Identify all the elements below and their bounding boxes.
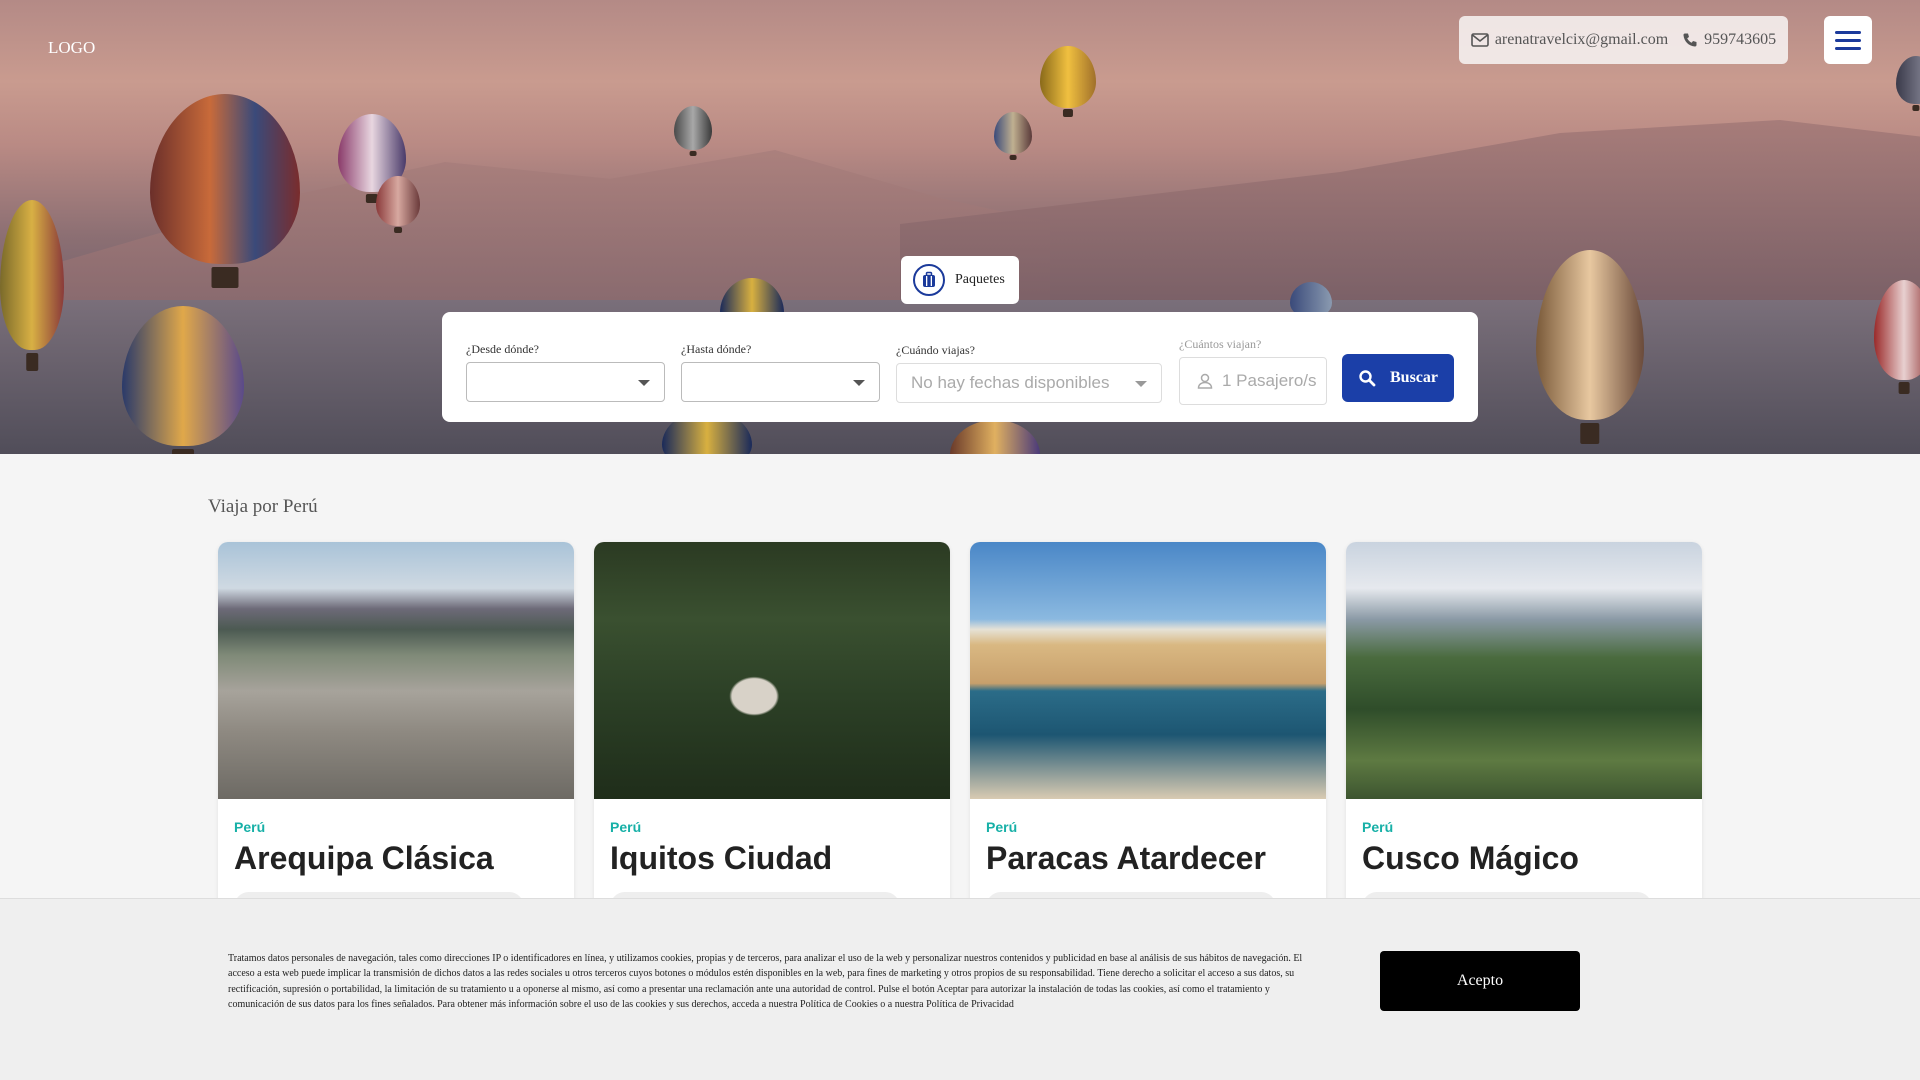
hero-banner: LOGO arenatravelcix@gmail.com 959743605 … [0, 0, 1920, 454]
email-link[interactable]: arenatravelcix@gmail.com [1471, 31, 1668, 49]
search-icon [1359, 370, 1376, 387]
destination-card[interactable]: Perú Paracas Atardecer [970, 542, 1326, 942]
mail-icon [1471, 33, 1489, 47]
hot-air-balloon [1040, 46, 1096, 108]
passengers-label: ¿Cuántos viajan? [1179, 337, 1262, 351]
hot-air-balloon [376, 176, 420, 226]
email-text: arenatravelcix@gmail.com [1494, 31, 1669, 48]
hamburger-icon [1835, 38, 1861, 42]
destination-image [1346, 542, 1702, 799]
logo-alt-text: LOGO [48, 38, 96, 57]
passengers-value: 1 Pasajero/s [1222, 371, 1317, 390]
card-country: Perú [986, 819, 1018, 835]
passengers-field: ¿Cuántos viajan? 1 Pasajero/s [1179, 337, 1327, 405]
accept-cookies-button[interactable]: Acepto [1380, 951, 1580, 1011]
destination-image [594, 542, 950, 799]
destination-card[interactable]: Perú Iquitos Ciudad [594, 542, 950, 942]
tab-paquetes[interactable]: Paquetes [901, 256, 1019, 304]
site-logo[interactable]: LOGO [48, 38, 95, 58]
destination-card[interactable]: Perú Arequipa Clásica [218, 542, 574, 942]
caret-down-icon [638, 380, 650, 386]
when-label: ¿Cuándo viajas? [896, 343, 975, 357]
hot-air-balloon [1896, 56, 1920, 104]
search-button[interactable]: Buscar [1342, 354, 1454, 402]
from-label: ¿Desde dónde? [466, 342, 539, 356]
caret-down-icon [853, 380, 865, 386]
card-country: Perú [610, 819, 642, 835]
cookie-banner: Tratamos datos personales de navegación,… [0, 898, 1920, 1080]
phone-link[interactable]: 959743605 [1682, 31, 1776, 49]
from-field: ¿Desde dónde? [466, 342, 665, 402]
to-select[interactable] [681, 362, 880, 402]
hot-air-balloon [150, 94, 300, 264]
search-button-label: Buscar [1390, 369, 1438, 386]
suitcase-icon [913, 264, 945, 296]
hot-air-balloon [674, 106, 712, 150]
destination-image [970, 542, 1326, 799]
menu-button[interactable] [1824, 16, 1872, 64]
passengers-input[interactable]: 1 Pasajero/s [1179, 357, 1327, 405]
date-select[interactable]: No hay fechas disponibles [896, 363, 1162, 403]
search-form: ¿Desde dónde? ¿Hasta dónde? ¿Cuándo viaj… [442, 312, 1478, 422]
to-label: ¿Hasta dónde? [681, 342, 752, 356]
date-placeholder: No hay fechas disponibles [911, 373, 1110, 392]
card-title: Arequipa Clásica [234, 840, 494, 876]
card-title: Cusco Mágico [1362, 840, 1579, 876]
person-icon [1197, 373, 1213, 389]
caret-down-icon [1135, 381, 1147, 387]
to-field: ¿Hasta dónde? [681, 342, 880, 402]
phone-icon [1683, 33, 1697, 47]
tab-label: Paquetes [955, 272, 1005, 287]
hot-air-balloon [0, 200, 64, 350]
when-field: ¿Cuándo viajas? No hay fechas disponible… [896, 343, 1162, 403]
cookie-text: Tratamos datos personales de navegación,… [228, 953, 1303, 1011]
card-title: Paracas Atardecer [986, 840, 1266, 876]
section-title: Viaja por Perú [208, 496, 318, 517]
destination-image [218, 542, 574, 799]
hamburger-icon [1835, 46, 1861, 50]
accept-label: Acepto [1456, 972, 1504, 989]
destination-card[interactable]: Perú Cusco Mágico [1346, 542, 1702, 942]
contact-box: arenatravelcix@gmail.com 959743605 [1459, 16, 1788, 64]
phone-text: 959743605 [1704, 31, 1777, 48]
hot-air-balloon [994, 112, 1032, 154]
card-country: Perú [234, 819, 266, 835]
card-country: Perú [1362, 819, 1394, 835]
card-title: Iquitos Ciudad [610, 840, 833, 876]
hamburger-icon [1835, 30, 1861, 34]
from-select[interactable] [466, 362, 665, 402]
